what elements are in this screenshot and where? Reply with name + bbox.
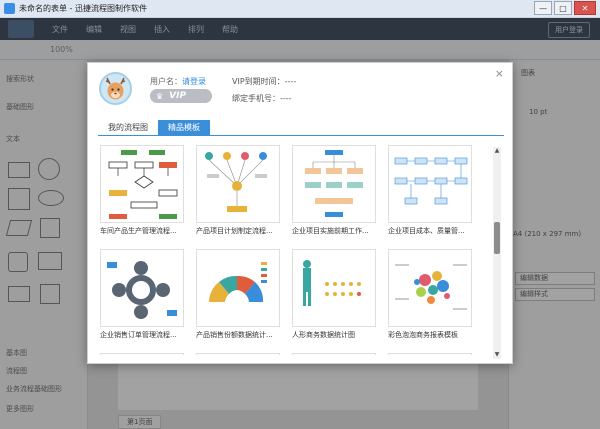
template-card[interactable]: 产品销售份额数据统计... bbox=[196, 249, 280, 340]
template-thumbnail bbox=[292, 353, 376, 355]
vip-badge-text: VIP bbox=[169, 91, 187, 101]
tab-my-flowcharts[interactable]: 我的流程图 bbox=[98, 120, 158, 136]
crown-icon: ♛ bbox=[156, 91, 164, 101]
minimize-button[interactable]: — bbox=[534, 1, 552, 15]
scroll-down-icon[interactable]: ▼ bbox=[493, 351, 501, 359]
template-card[interactable]: 产品项目计划制定流程... bbox=[196, 145, 280, 236]
template-label: 车间产品生产管理流程... bbox=[100, 227, 177, 235]
template-card[interactable]: 企业项目成本、质量管... bbox=[388, 145, 472, 236]
template-thumbnail bbox=[388, 249, 472, 327]
template-thumbnail bbox=[100, 145, 184, 223]
deer-avatar bbox=[99, 72, 132, 105]
scroll-thumb[interactable] bbox=[494, 222, 500, 254]
template-dialog: × 用户名：请登录 ♛ VIP VIP到期时间：---- 绑定手机号：---- … bbox=[87, 62, 513, 364]
template-label: 产品销售份额数据统计... bbox=[196, 331, 273, 339]
vip-expire-text: VIP到期时间：---- bbox=[232, 77, 297, 86]
window-title: 未命名的表单 - 迅捷流程图制作软件 bbox=[19, 4, 147, 13]
dialog-close-icon[interactable]: × bbox=[495, 67, 504, 80]
vip-badge: ♛ VIP bbox=[150, 89, 212, 103]
template-card[interactable]: 企业销售订单管理流程... bbox=[100, 249, 184, 340]
template-card[interactable]: 企业项目实施前期工作... bbox=[292, 145, 376, 236]
template-thumbnail bbox=[196, 145, 280, 223]
app-icon bbox=[4, 3, 15, 14]
template-card[interactable] bbox=[292, 353, 376, 355]
maximize-button[interactable]: □ bbox=[554, 1, 572, 15]
template-thumbnail bbox=[388, 353, 472, 355]
template-card[interactable] bbox=[100, 353, 184, 355]
username-label: 用户名：请登录 bbox=[150, 76, 206, 87]
template-card[interactable]: 人形商务数据统计图 bbox=[292, 249, 376, 340]
template-card[interactable] bbox=[388, 353, 472, 355]
template-label: 企业项目实施前期工作... bbox=[292, 227, 369, 235]
template-scrollbar[interactable]: ▲ ▼ bbox=[493, 147, 501, 359]
template-thumbnail bbox=[196, 249, 280, 327]
template-thumbnail bbox=[292, 145, 376, 223]
login-link[interactable]: 请登录 bbox=[182, 77, 206, 86]
template-label: 人形商务数据统计图 bbox=[292, 331, 355, 339]
template-label: 产品项目计划制定流程... bbox=[196, 227, 273, 235]
scroll-up-icon[interactable]: ▲ bbox=[493, 147, 501, 155]
window-titlebar: 未命名的表单 - 迅捷流程图制作软件 — □ ✕ bbox=[0, 0, 600, 18]
template-label: 企业销售订单管理流程... bbox=[100, 331, 177, 339]
username-label-text: 用户名： bbox=[150, 77, 182, 86]
tab-premium-templates[interactable]: 精品模板 bbox=[158, 120, 210, 136]
template-label: 企业项目成本、质量管... bbox=[388, 227, 465, 235]
template-thumbnail bbox=[292, 249, 376, 327]
template-card[interactable] bbox=[196, 353, 280, 355]
template-label: 彩色泡泡商务报表模板 bbox=[388, 331, 458, 339]
bind-phone-text: 绑定手机号：---- bbox=[232, 94, 292, 103]
template-thumbnail bbox=[196, 353, 280, 355]
dialog-tabs: 我的流程图 精品模板 bbox=[98, 120, 504, 136]
template-card[interactable]: 车间产品生产管理流程... bbox=[100, 145, 184, 236]
close-window-button[interactable]: ✕ bbox=[574, 1, 596, 15]
template-thumbnail bbox=[100, 249, 184, 327]
template-thumbnail bbox=[100, 353, 184, 355]
template-thumbnail bbox=[388, 145, 472, 223]
window-controls: — □ ✕ bbox=[532, 1, 596, 15]
template-grid: 车间产品生产管理流程... 产品项目计划制定流程... 企业项目实施前期工作..… bbox=[98, 145, 492, 355]
template-card[interactable]: 彩色泡泡商务报表模板 bbox=[388, 249, 472, 340]
